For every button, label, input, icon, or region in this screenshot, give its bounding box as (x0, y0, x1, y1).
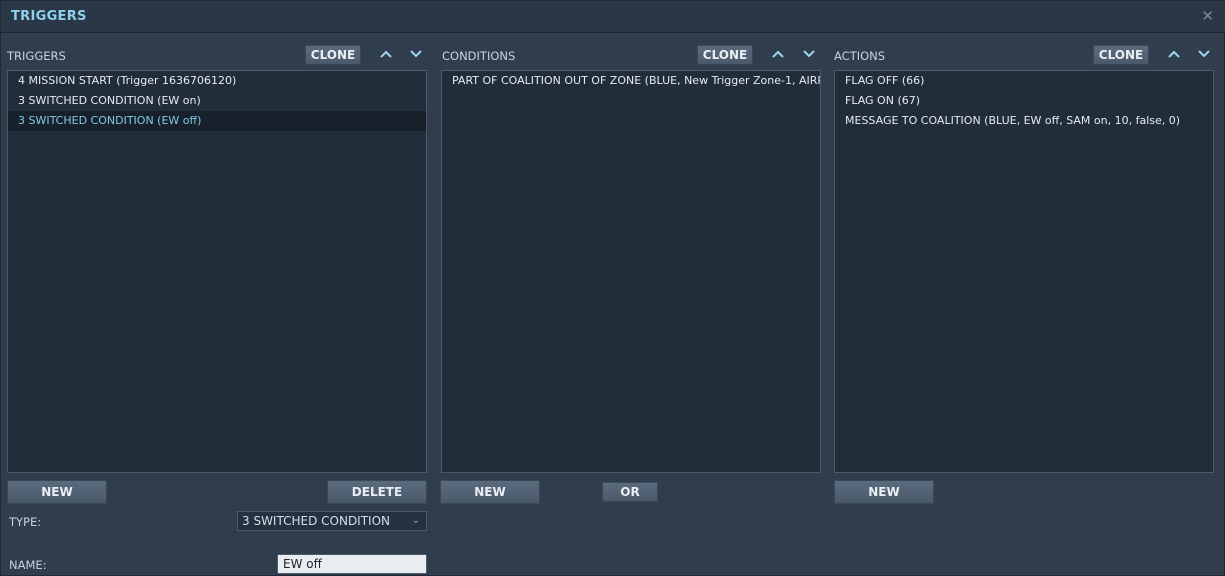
actions-new-button[interactable]: NEW (834, 480, 934, 504)
title-bar: TRIGGERS ✕ (1, 1, 1225, 33)
triggers-label: TRIGGERS (7, 49, 66, 63)
type-label: TYPE: (9, 515, 42, 529)
conditions-clone-button[interactable]: CLONE (697, 45, 753, 65)
actions-move-up-icon[interactable] (1166, 46, 1182, 62)
conditions-label: CONDITIONS (442, 49, 516, 63)
name-label: NAME: (9, 558, 47, 572)
triggers-delete-button[interactable]: DELETE (327, 480, 427, 504)
conditions-move-up-icon[interactable] (770, 46, 786, 62)
close-icon[interactable]: ✕ (1201, 7, 1214, 25)
action-item[interactable]: FLAG ON (67) (835, 91, 1213, 111)
trigger-item-selected[interactable]: 3 SWITCHED CONDITION (EW off) (8, 111, 426, 131)
triggers-window: TRIGGERS ✕ TRIGGERS CLONE 4 MISSION STAR… (0, 0, 1225, 576)
type-select[interactable]: 3 SWITCHED CONDITION ⌄ (237, 511, 427, 531)
triggers-move-up-icon[interactable] (378, 46, 394, 62)
triggers-move-down-icon[interactable] (408, 46, 424, 62)
actions-list: FLAG OFF (66) FLAG ON (67) MESSAGE TO CO… (834, 70, 1214, 473)
conditions-or-button[interactable]: OR (602, 482, 658, 502)
triggers-list: 4 MISSION START (Trigger 1636706120) 3 S… (7, 70, 427, 473)
window-title: TRIGGERS (11, 9, 87, 24)
action-item[interactable]: FLAG OFF (66) (835, 71, 1213, 91)
actions-move-down-icon[interactable] (1196, 46, 1212, 62)
condition-item[interactable]: PART OF COALITION OUT OF ZONE (BLUE, New… (442, 71, 820, 91)
triggers-new-button[interactable]: NEW (7, 480, 107, 504)
name-input[interactable] (277, 554, 427, 574)
actions-clone-button[interactable]: CLONE (1093, 45, 1149, 65)
chevron-down-icon: ⌄ (411, 515, 420, 526)
trigger-item[interactable]: 3 SWITCHED CONDITION (EW on) (8, 91, 426, 111)
action-item[interactable]: MESSAGE TO COALITION (BLUE, EW off, SAM … (835, 111, 1213, 131)
actions-label: ACTIONS (834, 49, 886, 63)
type-select-value: 3 SWITCHED CONDITION (242, 514, 391, 528)
trigger-item[interactable]: 4 MISSION START (Trigger 1636706120) (8, 71, 426, 91)
conditions-new-button[interactable]: NEW (440, 480, 540, 504)
conditions-move-down-icon[interactable] (801, 46, 817, 62)
conditions-list: PART OF COALITION OUT OF ZONE (BLUE, New… (441, 70, 821, 473)
triggers-clone-button[interactable]: CLONE (305, 45, 361, 65)
